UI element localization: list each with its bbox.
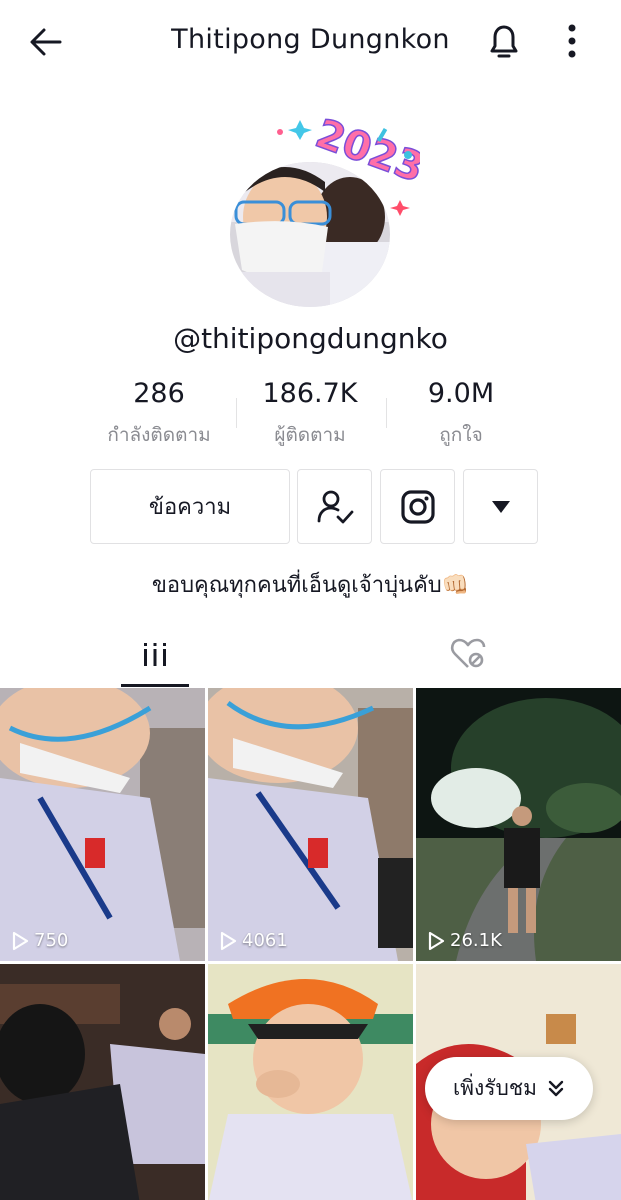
view-count-value: 750: [34, 930, 69, 951]
active-tab-indicator: [121, 684, 189, 687]
stat-followers[interactable]: 186.7K ผู้ติดตาม: [235, 378, 385, 450]
stat-following-value: 286: [133, 378, 185, 409]
grid-bars-icon: [144, 643, 166, 666]
play-icon: [428, 931, 445, 950]
following-button[interactable]: [297, 469, 372, 544]
profile-stats: 286 กำลังติดตาม 186.7K ผู้ติดตาม 9.0M ถู…: [84, 378, 534, 448]
video-grid: 750 4061 26.1K: [0, 688, 621, 1200]
view-count: 26.1K: [426, 930, 502, 951]
stat-likes-value: 9.0M: [427, 378, 495, 409]
stat-followers-value: 186.7K: [262, 378, 358, 409]
username: @thitipongdungnko: [173, 322, 448, 355]
view-count-value: 4061: [242, 930, 288, 951]
instagram-button[interactable]: [380, 469, 455, 544]
recently-watched-button[interactable]: เพิ่งรับชม: [425, 1057, 593, 1120]
new-year-sticker: 2023: [277, 110, 420, 216]
profile-tabs: [0, 620, 621, 688]
profile-bio: ขอบคุณทุกคนที่เอ็นดูเจ้าบุ่นคับ👊🏻: [151, 573, 470, 598]
message-button-label: ข้อความ: [148, 495, 232, 520]
video-thumbnail[interactable]: [0, 964, 205, 1200]
stat-followers-label: ผู้ติดตาม: [274, 424, 346, 446]
user-check-icon: [317, 490, 353, 523]
instagram-icon: [400, 489, 435, 524]
view-count: 750: [10, 930, 68, 951]
video-thumbnail[interactable]: 750: [0, 688, 205, 961]
double-chevron-down-icon: [548, 1080, 564, 1096]
tab-liked[interactable]: [318, 620, 618, 688]
top-bar: Thitipong Dungnkon: [0, 0, 621, 84]
stat-following-label: กำลังติดตาม: [107, 424, 211, 446]
bell-icon[interactable]: [484, 20, 524, 64]
video-thumbnail[interactable]: [208, 964, 413, 1200]
stat-likes[interactable]: 9.0M ถูกใจ: [386, 378, 536, 450]
stat-likes-label: ถูกใจ: [439, 424, 483, 446]
play-icon: [220, 931, 237, 950]
message-button[interactable]: ข้อความ: [90, 469, 290, 544]
video-thumbnail[interactable]: 4061: [208, 688, 413, 961]
vertical-dots-icon[interactable]: [556, 20, 588, 64]
video-thumbnail[interactable]: 26.1K: [416, 688, 621, 961]
avatar-badge-text: 2023: [310, 111, 420, 192]
profile-title: Thitipong Dungnkon: [171, 24, 450, 55]
view-count: 4061: [218, 930, 288, 951]
view-count-value: 26.1K: [450, 930, 502, 951]
stat-following[interactable]: 286 กำลังติดตาม: [84, 378, 234, 450]
heart-locked-icon: [450, 638, 486, 668]
suggested-accounts-dropdown[interactable]: [463, 469, 538, 544]
triangle-down-icon: [491, 500, 510, 513]
recently-watched-label: เพิ่งรับชม: [453, 1076, 537, 1100]
play-icon: [12, 931, 29, 950]
tab-videos[interactable]: [5, 620, 305, 688]
